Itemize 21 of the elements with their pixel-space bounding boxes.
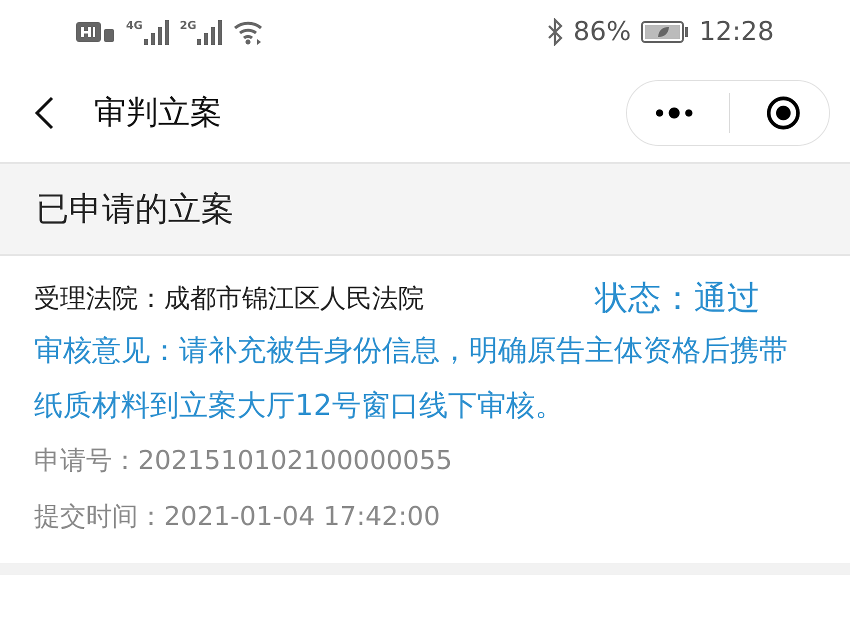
- signal-icon: [197, 19, 224, 45]
- signal-icon: [144, 19, 170, 45]
- back-icon[interactable]: [34, 96, 54, 130]
- court-label: 受理法院：成都市锦江区人民法院: [34, 283, 424, 316]
- case-card[interactable]: 受理法院：成都市锦江区人民法院 状态：通过 审核意见：请补充被告身份信息，明确原告主体资格后携带纸质材料到立案大厅12号窗口线下审核。 申请号：2021510102100000055 提交时间：2021-01-04 17:42:00: [0, 256, 850, 563]
- status-label: 状态：通过: [595, 277, 760, 319]
- network-label: 4G: [126, 19, 143, 32]
- battery-icon: [641, 20, 690, 44]
- network-label: 2G: [180, 19, 196, 32]
- battery-percent: 86%: [573, 17, 632, 47]
- submit-time: 提交时间：2021-01-04 17:42:00: [34, 501, 442, 534]
- section-title: 已申请的立案: [36, 188, 234, 230]
- review-opinion: 审核意见：请补充被告身份信息，明确原告主体资格后携带纸质材料到立案大厅12号窗口线下审核。: [34, 332, 789, 424]
- application-number: 申请号：2021510102100000055: [34, 445, 454, 478]
- bluetooth-icon: [547, 18, 564, 46]
- clock: 12:28: [699, 17, 774, 47]
- close-icon[interactable]: [766, 94, 801, 132]
- more-icon[interactable]: [655, 107, 694, 119]
- page-title: 审判立案: [94, 92, 223, 133]
- hd-icon: [76, 21, 116, 43]
- capsule-button[interactable]: [626, 80, 830, 146]
